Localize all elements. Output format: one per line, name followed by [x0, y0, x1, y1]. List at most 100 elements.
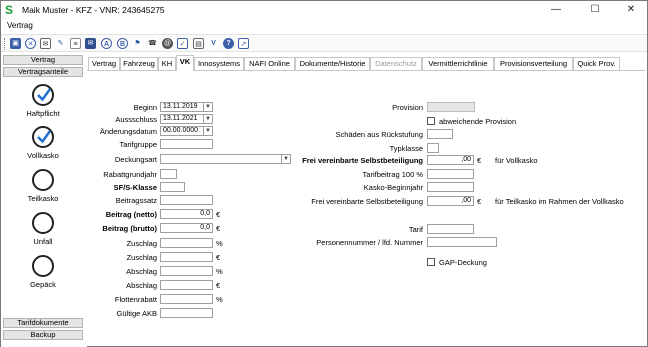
document-icon[interactable]: ▤	[193, 38, 204, 49]
beitrag-netto-label: Beitrag (netto)	[105, 210, 157, 219]
beitragssatz-field[interactable]	[160, 195, 213, 205]
note-icon[interactable]: ✎	[55, 38, 66, 49]
help-icon[interactable]: ?	[223, 38, 234, 49]
beginn-label: Beginn	[133, 103, 157, 112]
sidebar-item-vollkasko[interactable]: Vollkasko	[1, 126, 85, 160]
beginn-field[interactable]: 13.11.2019	[160, 102, 204, 112]
tab-vk[interactable]: VK	[176, 55, 194, 71]
chevron-down-icon[interactable]: ▼	[204, 114, 213, 124]
frei-sb-label: Frei vereinbarte Selbstbeteiligung	[302, 156, 423, 165]
close-button[interactable]: ✕	[613, 1, 648, 19]
zuschlag-eur-field[interactable]	[160, 252, 213, 262]
beitrag-brutto-label: Beitrag (brutto)	[102, 224, 157, 233]
sf-klasse-field[interactable]	[160, 182, 185, 192]
aussschluss-label: Aussschluss	[115, 115, 157, 124]
rabattgrundjahr-field[interactable]	[160, 169, 177, 179]
percent-unit: %	[216, 295, 223, 304]
sidebar-item-label: Haftpflicht	[26, 109, 60, 118]
text-icon[interactable]: ≡	[70, 38, 81, 49]
toolbar-grip[interactable]	[4, 38, 6, 50]
tab-fahrzeug[interactable]: Fahrzeug	[120, 57, 158, 71]
frei-sb-suffix: für Vollkasko	[495, 156, 538, 165]
sidebar-item-unfall[interactable]: Unfall	[1, 212, 85, 246]
tab-vertrag[interactable]: Vertrag	[88, 57, 120, 71]
menu-bar: Vertrag	[1, 19, 647, 33]
minimize-button[interactable]: —	[538, 1, 574, 19]
sidebar-item-label: Teilkasko	[27, 194, 59, 203]
menu-vertrag[interactable]: Vertrag	[7, 21, 33, 30]
tab-vermittlerrichtlinie[interactable]: Vermittlerrichtlinie	[422, 57, 494, 71]
chevron-down-icon[interactable]: ▼	[204, 126, 213, 136]
sidebar-item-label: Gepäck	[30, 280, 56, 289]
typklasse-label: Typklasse	[389, 144, 423, 153]
checklist-icon[interactable]: ✓	[177, 38, 188, 49]
beitrag-netto-field[interactable]: 0,0	[160, 209, 213, 219]
sidebar-item-teilkasko[interactable]: Teilkasko	[1, 169, 85, 203]
toolbar: ▣ ✕ ✉ ✎ ≡ ✉ A B ⚑ ☎ @ ✓ ▤ V ? ↗	[1, 34, 647, 52]
vk-form: Beginn 13.11.2019 ▼ Aussschluss 13.11.20…	[87, 70, 645, 346]
percent-unit: %	[216, 267, 223, 276]
title-bar: S Maik Muster - KFZ - VNR: 243645275 — ☐…	[1, 1, 647, 19]
beitrag-brutto-field[interactable]: 0,0	[160, 223, 213, 233]
kasko-beginnjahr-field[interactable]	[427, 182, 474, 192]
export-icon[interactable]: ↗	[238, 38, 249, 49]
tab-nafi-online[interactable]: NAFI Online	[244, 57, 295, 71]
aenderungsdatum-field[interactable]: 00.00.0000	[160, 126, 204, 136]
personennummer-field[interactable]	[427, 237, 497, 247]
flottenrabatt-field[interactable]	[160, 294, 213, 304]
b-icon[interactable]: B	[117, 38, 128, 49]
v-icon[interactable]: V	[208, 38, 219, 49]
abschlag-eur-field[interactable]	[160, 280, 213, 290]
tarifdokumente-button[interactable]: Tarifdokumente	[3, 318, 83, 328]
vertragsanteile-button[interactable]: Vertragsanteile	[3, 67, 83, 77]
vertrag-button[interactable]: Vertrag	[3, 55, 83, 65]
window-title: Maik Muster - KFZ - VNR: 243645275	[22, 5, 165, 15]
frei-sb-field[interactable]: ,00	[427, 155, 474, 165]
percent-unit: %	[216, 239, 223, 248]
empty-circle-icon	[32, 255, 54, 277]
phone-icon[interactable]: ☎	[147, 38, 158, 49]
cancel-icon[interactable]: ✕	[25, 38, 36, 49]
sidebar-item-label: Unfall	[33, 237, 53, 246]
tab-dokumente-historie[interactable]: Dokumente/Historie	[295, 57, 370, 71]
sidebar-item-haftpflicht[interactable]: Haftpflicht	[1, 84, 85, 118]
maximize-button[interactable]: ☐	[577, 1, 613, 19]
beitragssatz-label: Beitragssatz	[115, 196, 157, 205]
sf-klasse-label: SF/S-Klasse	[113, 183, 157, 192]
at-icon[interactable]: @	[162, 38, 173, 49]
abweichende-provision-checkbox[interactable]	[427, 117, 435, 125]
checked-circle-icon	[32, 84, 54, 106]
tab-kh[interactable]: KH	[158, 57, 176, 71]
backup-button[interactable]: Backup	[3, 330, 83, 340]
gap-deckung-checkbox[interactable]	[427, 258, 435, 266]
euro-unit: €	[216, 210, 221, 219]
empty-circle-icon	[32, 169, 54, 191]
frei-sb-tk-field[interactable]: ,00	[427, 196, 474, 206]
personennummer-label: Personennummer / lfd. Nummer	[316, 238, 423, 247]
flag-icon[interactable]: ⚑	[132, 38, 143, 49]
typklasse-field[interactable]	[427, 143, 439, 153]
abschlag-pct-field[interactable]	[160, 266, 213, 276]
checked-circle-icon	[32, 126, 54, 148]
aussschluss-field[interactable]: 13.11.2021	[160, 114, 204, 124]
a-icon[interactable]: A	[101, 38, 112, 49]
gueltige-akb-field[interactable]	[160, 308, 213, 318]
aenderungsdatum-label: Änderungsdatum	[99, 127, 157, 136]
zuschlag-eur-label: Zuschlag	[126, 253, 157, 262]
schaeden-field[interactable]	[427, 129, 453, 139]
sidebar-item-gepaeck[interactable]: Gepäck	[1, 255, 85, 289]
tab-innosystems[interactable]: Innosystems	[194, 57, 244, 71]
tab-quick-prov[interactable]: Quick Prov.	[573, 57, 620, 71]
save-icon[interactable]: ▣	[10, 38, 21, 49]
tarif-field[interactable]	[427, 224, 474, 234]
chevron-down-icon[interactable]: ▼	[204, 102, 213, 112]
email-icon[interactable]: ✉	[40, 38, 51, 49]
zuschlag-pct-field[interactable]	[160, 238, 213, 248]
tarifbeitrag-field[interactable]	[427, 169, 474, 179]
frei-sb-tk-suffix: für Teilkasko im Rahmen der Vollkasko	[495, 197, 624, 206]
rabattgrundjahr-label: Rabattgrundjahr	[103, 170, 157, 179]
tab-provisionsverteilung[interactable]: Provisionsverteilung	[494, 57, 573, 71]
empty-circle-icon	[32, 212, 54, 234]
tarifgruppe-field[interactable]	[160, 139, 213, 149]
envelope-icon[interactable]: ✉	[85, 38, 96, 49]
